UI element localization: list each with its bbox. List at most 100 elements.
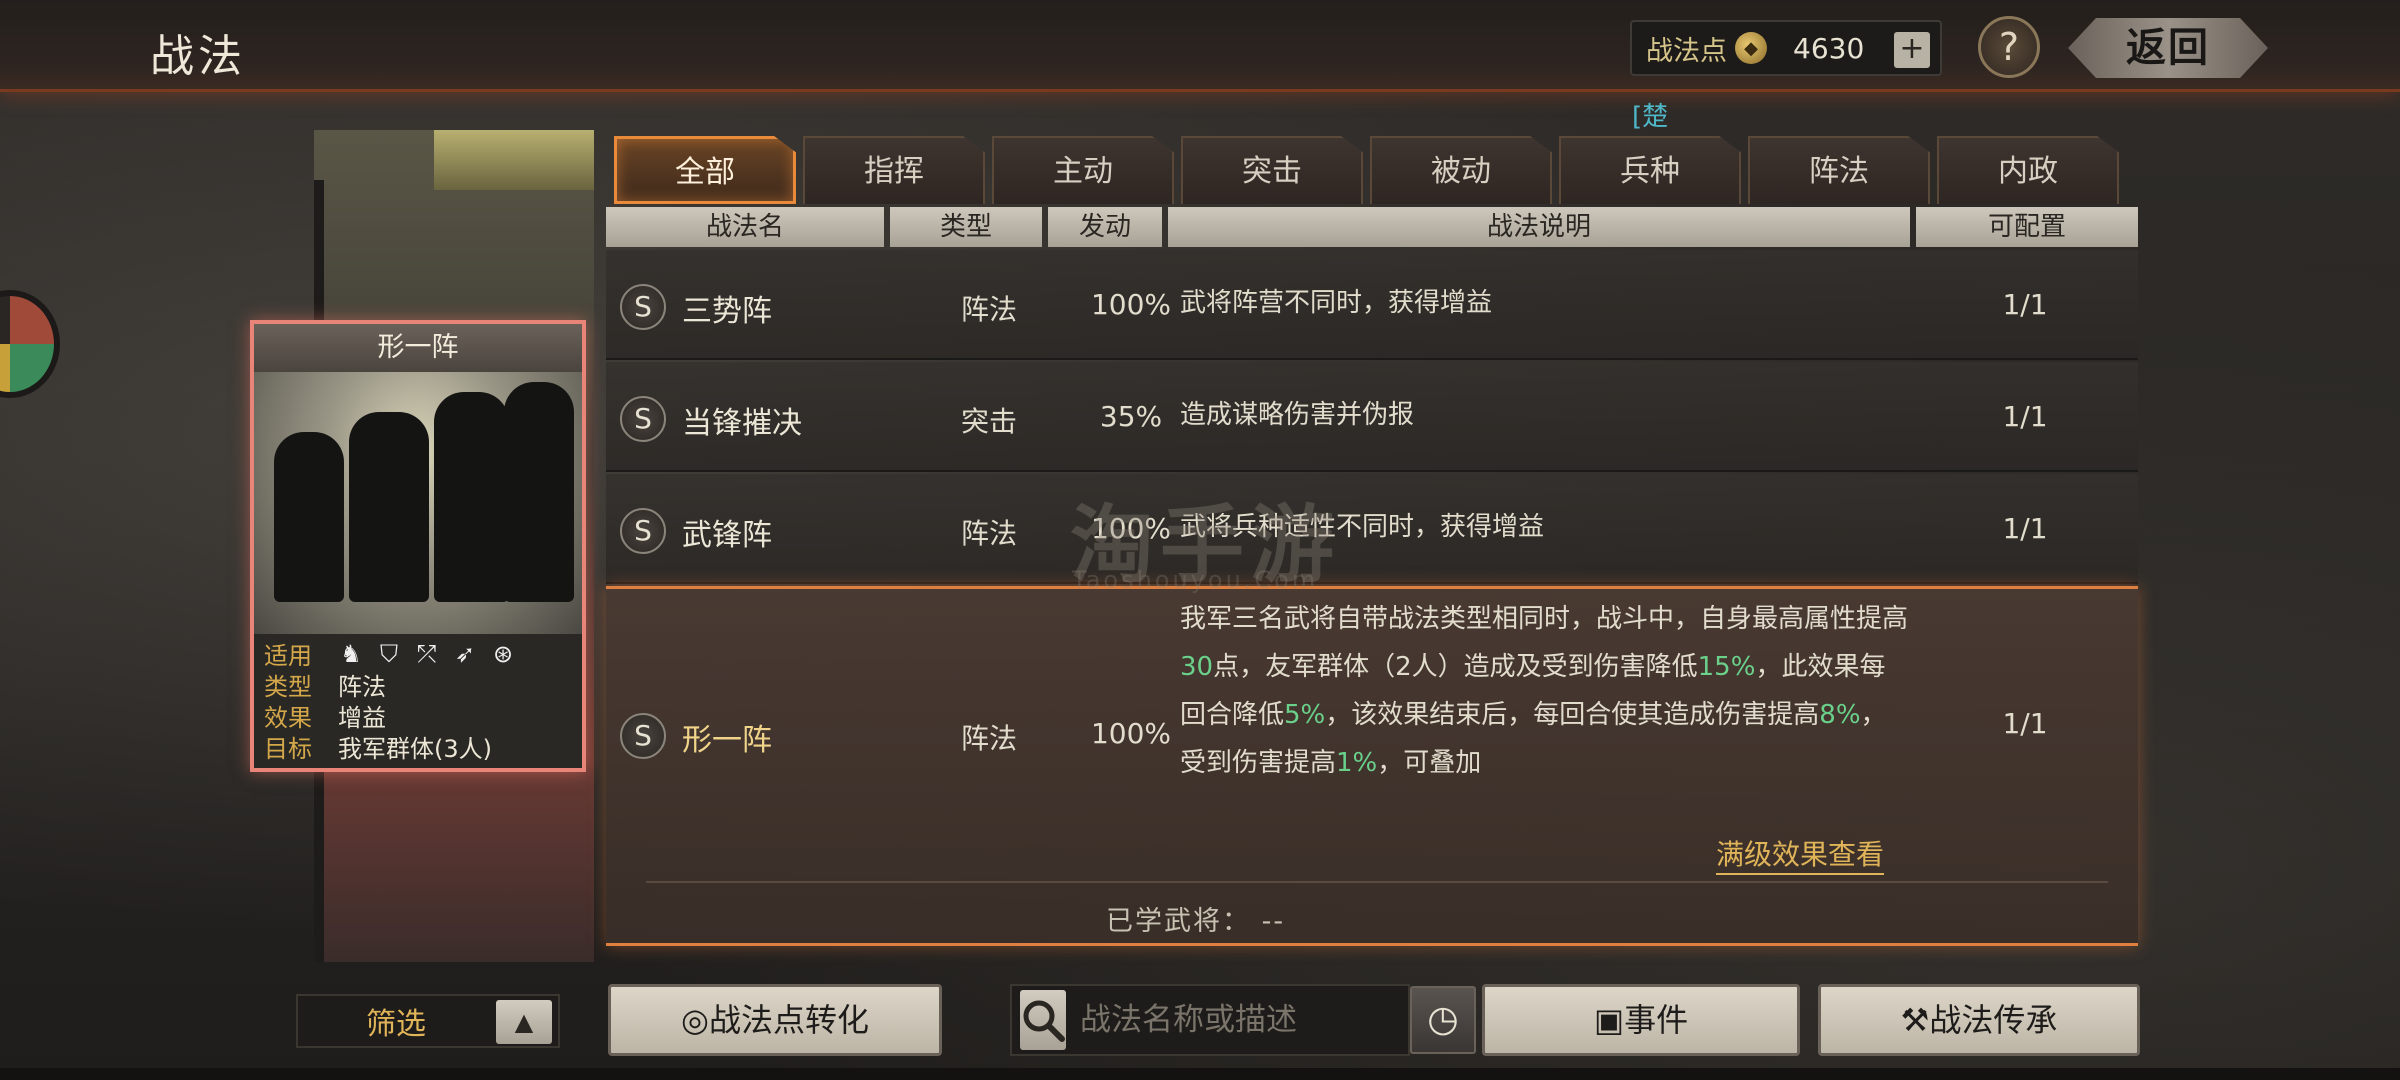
- tab-all[interactable]: 全部: [614, 136, 796, 204]
- filter-box[interactable]: 筛选 ▲: [296, 994, 560, 1048]
- soldier-silhouette: [434, 392, 509, 602]
- card-info-row: 效果 增益: [264, 700, 572, 732]
- tab-command[interactable]: 指挥: [803, 136, 985, 204]
- full-effect-link[interactable]: 满级效果查看: [1716, 833, 1885, 875]
- history-clock-icon[interactable]: ◷: [1410, 986, 1476, 1054]
- swirl-icon: ◎: [681, 1001, 709, 1039]
- selected-tactic-card: 形一阵 适用 ♞ ⛉ ⤱ ➶ ⊛ 类型 阵法 效果 增益 目标 我军群体(3人): [250, 320, 586, 772]
- search-button[interactable]: [1020, 990, 1066, 1050]
- tactic-rate: 100%: [1090, 288, 1172, 321]
- points-label: 战法点: [1646, 35, 1727, 67]
- card-info-row: 适用 ♞ ⛉ ⤱ ➶ ⊛: [264, 638, 572, 671]
- filter-label: 筛选: [366, 1007, 426, 1042]
- desc-text: 我军三名武将自带战法类型相同时，战斗中，自身最高属性提高: [1180, 604, 1909, 634]
- tactic-name: 武锋阵: [682, 518, 772, 553]
- search-bar: [1010, 984, 1471, 1056]
- inherit-button[interactable]: ⚒战法传承: [1818, 984, 2140, 1056]
- tactic-configurable: 1/1: [2002, 707, 2048, 740]
- category-tabs: 全部 指挥 主动 突击 被动 兵种 阵法 内政: [614, 136, 2119, 204]
- learned-generals: 已学武将： --: [1106, 899, 1285, 938]
- add-points-button[interactable]: +: [1894, 32, 1930, 68]
- desc-value: 15%: [1697, 652, 1756, 682]
- grade-s-icon: S: [620, 396, 666, 442]
- card-art: [254, 372, 582, 634]
- info-value: 增益: [338, 704, 386, 732]
- desc-text: ，可叠加: [1377, 748, 1482, 778]
- soldier-silhouette: [274, 432, 344, 602]
- points-value: 4630: [1793, 31, 1865, 65]
- info-value: 阵法: [338, 673, 386, 701]
- tactic-configurable: 1/1: [2002, 400, 2048, 433]
- shield-icon: ⛉: [380, 639, 398, 668]
- hammer-icon: ⚒: [1900, 1001, 1930, 1039]
- tactic-rate: 100%: [1090, 717, 1172, 750]
- unit-type-icons: ♞ ⛉ ⤱ ➶ ⊛: [338, 641, 516, 667]
- tactic-type: 突击: [960, 405, 1017, 438]
- tab-passive[interactable]: 被动: [1370, 136, 1552, 204]
- help-button[interactable]: ?: [1978, 16, 2040, 78]
- alert-icon: ▣: [1593, 1001, 1625, 1039]
- grade-s-icon: S: [620, 508, 666, 554]
- page-title: 战法: [150, 31, 246, 82]
- filter-toggle-up-icon[interactable]: ▲: [496, 1000, 552, 1044]
- table-row[interactable]: S 武锋阵 阵法 100% 武将兵种适性不同时，获得增益 1/1: [606, 474, 2138, 584]
- tactic-points-box: 战法点 ◆ 4630 +: [1630, 20, 1942, 76]
- table-header: 战法名 类型 发动 战法说明 可配置: [606, 207, 2138, 247]
- tab-assault[interactable]: 突击: [1181, 136, 1363, 204]
- top-bar: 战法 战法点 ◆ 4630 + ? 返回: [0, 0, 2400, 92]
- desc-text: ，该效果结束后，每回合使其造成伤害提高: [1325, 700, 1820, 730]
- col-name[interactable]: 战法名: [606, 207, 884, 247]
- tactic-desc: 我军三名武将自带战法类型相同时，战斗中，自身最高属性提高 30点，友军群体（2人）…: [1180, 595, 1910, 787]
- desc-value: 8%: [1819, 700, 1861, 730]
- tab-domestic[interactable]: 内政: [1937, 136, 2119, 204]
- table-row[interactable]: S 三势阵 阵法 100% 武将阵营不同时，获得增益 1/1: [606, 250, 2138, 360]
- back-button[interactable]: 返回: [2068, 18, 2268, 78]
- tactic-rate: 35%: [1099, 400, 1163, 433]
- divider: [646, 881, 2108, 883]
- card-info-row: 类型 阵法: [264, 669, 572, 701]
- info-key: 效果: [264, 704, 312, 732]
- desc-value: 5%: [1284, 700, 1326, 730]
- button-label: 事件: [1624, 1001, 1689, 1039]
- grade-s-icon: S: [620, 713, 666, 759]
- wheel-icon: ⊛: [492, 639, 514, 668]
- event-button[interactable]: ▣事件: [1482, 984, 1800, 1056]
- card-info-row: 目标 我军群体(3人): [264, 731, 572, 763]
- desc-value: 30: [1180, 652, 1214, 682]
- tab-troop[interactable]: 兵种: [1559, 136, 1741, 204]
- soldier-silhouette: [504, 382, 574, 602]
- info-key: 适用: [264, 642, 312, 670]
- learned-value: --: [1261, 906, 1286, 937]
- card-info: 适用 ♞ ⛉ ⤱ ➶ ⊛ 类型 阵法 效果 增益 目标 我军群体(3人): [254, 634, 582, 766]
- tab-active[interactable]: 主动: [992, 136, 1174, 204]
- tactic-desc: 造成谋略伤害并伪报: [1180, 400, 1415, 430]
- tab-formation[interactable]: 阵法: [1748, 136, 1930, 204]
- tactic-type: 阵法: [960, 722, 1017, 755]
- tactic-type: 阵法: [960, 517, 1017, 550]
- tactic-configurable: 1/1: [2002, 512, 2048, 545]
- card-title: 形一阵: [254, 324, 582, 372]
- info-value: 我军群体(3人): [338, 735, 492, 763]
- search-icon: [1023, 1000, 1065, 1042]
- col-configurable[interactable]: 可配置: [1916, 207, 2138, 247]
- convert-points-button[interactable]: ◎战法点转化: [608, 984, 942, 1056]
- tactic-configurable: 1/1: [2002, 288, 2048, 321]
- grade-s-icon: S: [620, 284, 666, 330]
- button-label: 战法点转化: [708, 1001, 869, 1039]
- cavalry-icon: ♞: [340, 639, 362, 668]
- col-rate[interactable]: 发动: [1048, 207, 1162, 247]
- info-key: 类型: [264, 673, 312, 701]
- points-coin-icon: ◆: [1735, 32, 1767, 64]
- soldier-silhouette: [349, 412, 429, 602]
- learned-label: 已学武将：: [1106, 906, 1251, 937]
- table-row[interactable]: S 当锋摧决 突击 35% 造成谋略伤害并伪报 1/1: [606, 362, 2138, 472]
- tactic-name: 三势阵: [682, 294, 772, 329]
- spear-icon: ➶: [454, 639, 476, 668]
- col-type[interactable]: 类型: [890, 207, 1042, 247]
- table-row-selected[interactable]: S 形一阵 阵法 100% 我军三名武将自带战法类型相同时，战斗中，自身最高属性…: [606, 586, 2138, 946]
- tactic-type: 阵法: [960, 293, 1017, 326]
- bottom-edge: [0, 1068, 2400, 1080]
- bow-icon: ⤱: [417, 639, 437, 668]
- tactics-list: S 三势阵 阵法 100% 武将阵营不同时，获得增益 1/1 S 当锋摧决 突击…: [606, 250, 2138, 948]
- desc-value: 1%: [1336, 748, 1378, 778]
